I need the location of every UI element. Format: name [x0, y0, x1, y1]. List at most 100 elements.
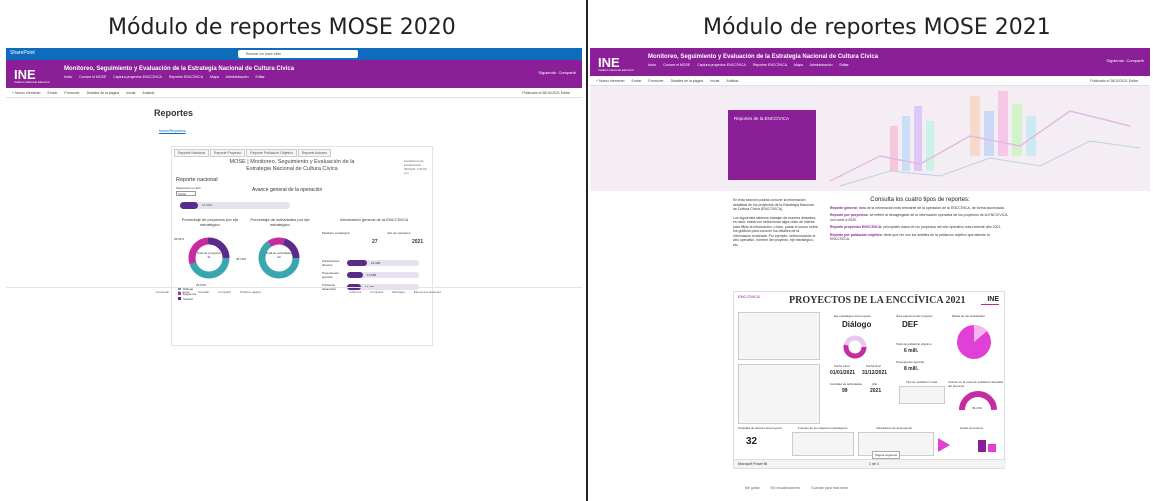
donut1-center: Total de proyectos 31 [196, 251, 222, 259]
next-page-tooltip: Página siguiente [872, 451, 901, 459]
pres-label: Presupuesto ejercido [896, 360, 925, 364]
fecha-fin: 31/12/2021 [862, 370, 888, 376]
page-indicator[interactable]: 1 de 4 [869, 462, 879, 466]
info-h2: Año de operación [387, 231, 411, 235]
nav-item[interactable]: Captura proyectos ENCCÍVICA [113, 75, 162, 79]
app-brand[interactable]: SharePoint [10, 50, 35, 56]
follow-button[interactable]: Siguiendo [538, 70, 556, 75]
hero-banner: Reportes de la ENCCÍVICA [590, 86, 1150, 191]
cmd-item[interactable]: Análisis [726, 79, 738, 83]
nav-item[interactable]: Inicio [648, 63, 656, 67]
publish-status[interactable]: Publicado el 28/10/2021 Editar [1090, 79, 1138, 83]
footer-item[interactable]: Informes [350, 290, 362, 294]
tab-actores[interactable]: Reporte Actores [297, 149, 332, 157]
pbi-title: PROYECTOS DE LA ENCCÍVICA 2021 [789, 295, 966, 306]
footer-item[interactable]: Guardar para más tarde [811, 486, 848, 490]
fecha-ini-label: Fecha inicio [834, 364, 851, 368]
project-list[interactable] [738, 312, 820, 360]
cmd-item[interactable]: Promover [648, 79, 663, 83]
fuente-list[interactable] [792, 432, 854, 456]
bar-label: Participantes directos [322, 259, 340, 267]
breadcrumb-link[interactable]: Inicio/Reportes [159, 128, 186, 133]
powerbi-link[interactable]: Microsoft Power BI [738, 462, 767, 466]
share-button[interactable]: Compartir [558, 70, 576, 75]
info-v1: 27 [372, 239, 378, 245]
follow-button[interactable]: Siguiendo [1106, 58, 1124, 63]
year-select[interactable]: Todos [176, 191, 196, 196]
bar-presupuesto[interactable]: 13,986 [347, 272, 419, 278]
nav-item[interactable]: Editar [840, 63, 849, 67]
page-footer: Comentar Te gusta Guardar Compartir Publ… [6, 287, 582, 295]
fecha-ini: 01/01/2021 [830, 370, 856, 376]
tab-poblacion[interactable]: Reporte Población Objetivo [246, 149, 297, 157]
footer-item[interactable]: Te gusta [178, 290, 189, 294]
footer-item[interactable]: Sin visualizaciones [770, 486, 800, 490]
tab-proyecto[interactable]: Reporte Proyecto [210, 149, 246, 157]
nav-item[interactable]: Reportes ENCCÍVICA [753, 63, 787, 67]
nav-item[interactable]: Administración [810, 63, 833, 67]
cumpl-bar[interactable] [978, 440, 986, 452]
footer-item[interactable]: Compartir [218, 290, 231, 294]
activity-list[interactable] [738, 364, 820, 424]
eje-donut[interactable] [842, 334, 868, 360]
footer-item[interactable]: Elementos recientes [414, 290, 441, 294]
tipo-list[interactable] [899, 386, 945, 404]
site-nav: Inicio Conoce el MOSE Captura proyectos … [64, 75, 271, 79]
report-embed: Reporte Nacional Reporte Proyecto Reporte … [171, 146, 433, 346]
publish-status[interactable]: Publicado el 28/10/2021 Editar [522, 91, 570, 95]
footer-item[interactable]: Me gusta [745, 486, 759, 490]
nav-item[interactable]: Mapa [794, 63, 803, 67]
site-header: INE Instituto Nacional Electoral Monitor… [6, 60, 582, 88]
ind-label: Indicadores de desempeño [876, 426, 913, 430]
share-button[interactable]: Compartir [1126, 58, 1144, 63]
cmd-item[interactable]: + Nuevo elemento [12, 91, 41, 95]
hero-box: Reportes de la ENCCÍVICA [728, 110, 816, 180]
mose-2021-screenshot: INE Instituto Nacional Electoral Monitor… [590, 48, 1150, 496]
cmd-item[interactable]: Iniciar [710, 79, 719, 83]
act-value: 99 [842, 388, 848, 394]
cumpl-bar[interactable] [988, 444, 996, 452]
footer-item[interactable]: Mensajes [392, 290, 405, 294]
search-input[interactable]: Buscar en este sitio [238, 50, 358, 58]
cmd-item[interactable]: Enviar [48, 91, 58, 95]
cmd-item[interactable]: Enviar [632, 79, 642, 83]
cmd-item[interactable]: Detalles de la página [671, 79, 704, 83]
nav-item[interactable]: Editar [256, 75, 265, 79]
cumpl-label: Grado de Avance [960, 426, 984, 430]
nav-item[interactable]: Conoce el MOSE [663, 63, 690, 67]
nav-item[interactable]: Inicio [64, 75, 72, 79]
area-value: DEF [902, 320, 918, 329]
nav-item[interactable]: Reportes ENCCÍVICA [169, 75, 203, 79]
cmd-item[interactable]: Detalles de la página [87, 91, 120, 95]
header-actions: Siguiendo Compartir [538, 70, 576, 75]
cmd-item[interactable]: Análisis [142, 91, 154, 95]
report-types: Consulta los cuatro tipos de reportes: R… [830, 197, 1009, 241]
nav-item[interactable]: Administración [226, 75, 249, 79]
area-label: Área ejecutora del proyecto [896, 314, 933, 318]
info-h1: Medición estratégica [322, 231, 350, 235]
nav-item[interactable]: Conoce el MOSE [79, 75, 106, 79]
arrow-icon [938, 438, 950, 452]
cmd-item[interactable]: Promover [64, 91, 79, 95]
ine-logo-sub: Instituto Nacional Electoral [598, 68, 634, 72]
tab-nacional[interactable]: Reporte Nacional [174, 149, 210, 157]
info-title: Información general de la ENCCÍVICA [339, 217, 409, 222]
meta-pie[interactable] [954, 322, 994, 362]
nav-item[interactable]: Mapa [210, 75, 219, 79]
fecha-fin-label: Fecha final [866, 364, 881, 368]
footer-item[interactable]: Comentar [156, 290, 169, 294]
nav-item[interactable]: Captura proyectos ENCCÍVICA [697, 63, 746, 67]
info-v2: 2021 [412, 239, 424, 245]
fuente-label: Fuentes de los objetivos estratégicos [798, 426, 848, 430]
report-title: MOSE | Monitoreo, Seguimiento y Evaluaci… [229, 159, 355, 172]
update-timestamp: Fecha/Hora de actualización 09/02/21 7:0… [404, 159, 427, 175]
footer-item[interactable]: Publicar página [240, 290, 261, 294]
bar-participantes[interactable]: 12,346 [347, 260, 419, 266]
pob-value: 6 mill. [904, 348, 919, 354]
footer-item[interactable]: Comparte [370, 290, 383, 294]
cmd-item[interactable]: Iniciar [126, 91, 135, 95]
cmd-item[interactable]: + Nuevo elemento [596, 79, 625, 83]
footer-item[interactable]: Guardar [198, 290, 209, 294]
pob-label: Total de población objetivo [896, 342, 932, 346]
command-bar: + Nuevo elemento Enviar Promover Detalle… [6, 88, 582, 98]
